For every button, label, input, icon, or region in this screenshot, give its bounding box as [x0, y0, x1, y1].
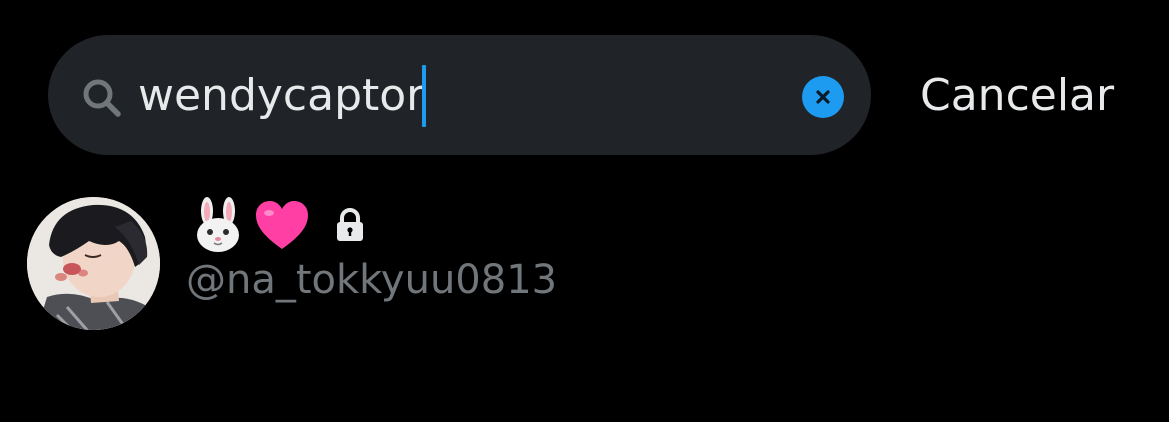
- search-screen: wendycaptor Cancelar @na_tokkyuu0813: [0, 0, 1169, 422]
- search-result-row[interactable]: @na_tokkyuu0813: [0, 190, 1169, 340]
- cancel-button[interactable]: Cancelar: [920, 68, 1114, 124]
- pink-heart-emoji: [256, 201, 308, 249]
- user-handle: @na_tokkyuu0813: [186, 257, 558, 303]
- rabbit-face-emoji: [197, 197, 239, 252]
- text-caret: [422, 65, 427, 127]
- search-icon: [83, 79, 121, 117]
- lock-icon: [337, 208, 363, 241]
- search-input[interactable]: wendycaptor: [138, 64, 427, 128]
- close-icon: [816, 90, 830, 104]
- search-input-value: wendycaptor: [138, 70, 425, 121]
- avatar-image: [27, 197, 160, 330]
- display-name: [192, 195, 366, 255]
- clear-search-button[interactable]: [802, 76, 844, 118]
- avatar[interactable]: [27, 197, 160, 330]
